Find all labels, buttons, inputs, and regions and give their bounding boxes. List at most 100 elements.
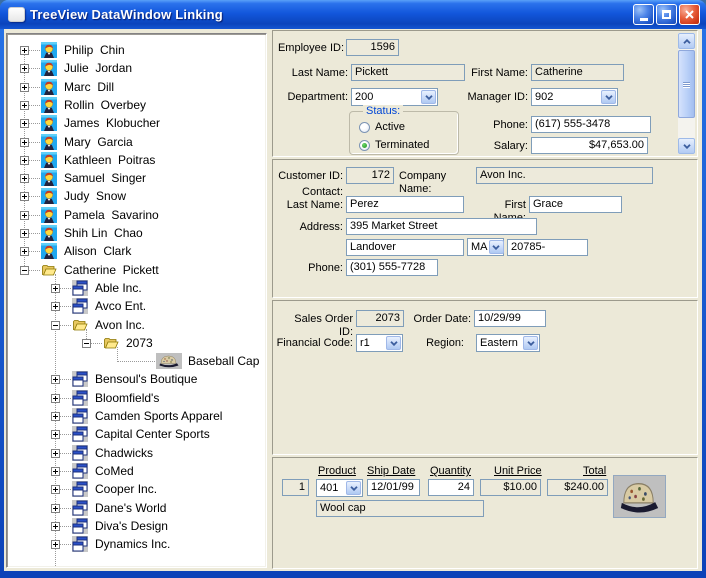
- tree-item[interactable]: Shih Lin Chao: [9, 224, 264, 243]
- product-select[interactable]: 401: [316, 479, 363, 497]
- tree-item[interactable]: Camden Sports Apparel: [9, 407, 264, 426]
- scrollbar-thumb[interactable]: [678, 50, 695, 118]
- tree-item[interactable]: Able Inc.: [9, 279, 264, 298]
- collapse-button[interactable]: [82, 339, 91, 348]
- department-select[interactable]: 200: [351, 88, 438, 106]
- tree-item[interactable]: Baseball Cap: [9, 352, 264, 371]
- collapse-button[interactable]: [20, 266, 29, 275]
- expand-button[interactable]: [20, 211, 29, 220]
- company-icon: [72, 445, 88, 461]
- title-bar[interactable]: TreeView DataWindow Linking: [0, 0, 706, 29]
- tree-item[interactable]: Rollin Overbey: [9, 96, 264, 115]
- contact-firstname-field[interactable]: Grace: [529, 196, 622, 213]
- contact-lastname-field[interactable]: Perez: [346, 196, 464, 213]
- chevron-down-icon[interactable]: [421, 90, 436, 104]
- tree-item[interactable]: Catherine Pickett: [9, 261, 264, 280]
- tree-view[interactable]: Philip Chin Julie Jordan Marc Dill Rolli…: [6, 33, 267, 568]
- ship-date-field[interactable]: 12/01/99: [367, 479, 420, 496]
- employee-lastname-field[interactable]: Pickett: [351, 64, 465, 81]
- tree-item[interactable]: 2073: [9, 334, 264, 353]
- expand-button[interactable]: [20, 119, 29, 128]
- chevron-down-icon[interactable]: [386, 336, 401, 350]
- employee-firstname-field[interactable]: Catherine: [531, 64, 624, 81]
- manager-id-select[interactable]: 902: [531, 88, 618, 106]
- tree-item[interactable]: Bensoul's Boutique: [9, 370, 264, 389]
- tree-item[interactable]: Cooper Inc.: [9, 480, 264, 499]
- chevron-down-icon[interactable]: [346, 481, 361, 495]
- expand-button[interactable]: [20, 192, 29, 201]
- chevron-down-icon[interactable]: [523, 336, 538, 350]
- expand-button[interactable]: [51, 522, 60, 531]
- expand-button[interactable]: [51, 412, 60, 421]
- zip-field[interactable]: 20785-: [507, 239, 588, 256]
- scroll-down-button[interactable]: [678, 138, 695, 154]
- expand-button[interactable]: [20, 46, 29, 55]
- chevron-down-icon[interactable]: [489, 240, 504, 254]
- expand-button[interactable]: [51, 430, 60, 439]
- maximize-icon: [662, 10, 671, 19]
- expand-button[interactable]: [51, 467, 60, 476]
- expand-button[interactable]: [20, 229, 29, 238]
- city-field[interactable]: Landover: [346, 239, 464, 256]
- tree-item[interactable]: Avon Inc.: [9, 316, 264, 335]
- person-icon: [41, 79, 57, 95]
- tree-item[interactable]: Samuel Singer: [9, 169, 264, 188]
- expand-button[interactable]: [51, 540, 60, 549]
- expand-button[interactable]: [20, 156, 29, 165]
- employee-phone-field[interactable]: (617) 555-3478: [531, 116, 651, 133]
- employee-salary-field[interactable]: $47,653.00: [531, 137, 648, 154]
- tree-item[interactable]: Pamela Savarino: [9, 206, 264, 225]
- chevron-down-icon[interactable]: [601, 90, 616, 104]
- collapse-button[interactable]: [51, 321, 60, 330]
- expand-button[interactable]: [20, 138, 29, 147]
- tree-item[interactable]: Chadwicks: [9, 444, 264, 463]
- tree-item[interactable]: Dynamics Inc.: [9, 535, 264, 554]
- expand-button[interactable]: [20, 83, 29, 92]
- tree-item[interactable]: Bloomfield's: [9, 389, 264, 408]
- tree-item[interactable]: Judy Snow: [9, 187, 264, 206]
- tree-item[interactable]: Diva's Design: [9, 517, 264, 536]
- expand-button[interactable]: [51, 504, 60, 513]
- expand-button[interactable]: [20, 247, 29, 256]
- tree-item[interactable]: Kathleen Poitras: [9, 151, 264, 170]
- expand-button[interactable]: [51, 284, 60, 293]
- tree-item[interactable]: Alison Clark: [9, 242, 264, 261]
- minimize-button[interactable]: [633, 4, 654, 25]
- tree-item-label: Dynamics Inc.: [95, 535, 170, 553]
- expand-button[interactable]: [51, 302, 60, 311]
- description-field[interactable]: Wool cap: [316, 500, 484, 517]
- maximize-button[interactable]: [656, 4, 677, 25]
- tree-item[interactable]: Philip Chin: [9, 41, 264, 60]
- expand-button[interactable]: [51, 449, 60, 458]
- expand-button[interactable]: [20, 174, 29, 183]
- tree-connector: [29, 270, 40, 271]
- scroll-up-button[interactable]: [678, 33, 695, 49]
- person-icon: [41, 188, 57, 204]
- state-select[interactable]: MA: [467, 238, 504, 256]
- expand-button[interactable]: [20, 64, 29, 73]
- customer-phone-field[interactable]: (301) 555-7728: [346, 259, 438, 276]
- tree-item[interactable]: Dane's World: [9, 499, 264, 518]
- expand-button[interactable]: [51, 394, 60, 403]
- status-radio-terminated[interactable]: Terminated: [359, 139, 429, 151]
- employee-scrollbar[interactable]: [678, 33, 695, 154]
- expand-button[interactable]: [51, 375, 60, 384]
- region-select[interactable]: Eastern: [476, 334, 540, 352]
- quantity-field[interactable]: 24: [428, 479, 474, 496]
- tree-item[interactable]: CoMed: [9, 462, 264, 481]
- financial-code-select[interactable]: r1: [356, 334, 403, 352]
- tree-item[interactable]: Mary Garcia: [9, 133, 264, 152]
- expand-button[interactable]: [51, 485, 60, 494]
- tree-item[interactable]: Julie Jordan: [9, 59, 264, 78]
- tree-item[interactable]: Capital Center Sports: [9, 425, 264, 444]
- address-field[interactable]: 395 Market Street: [346, 218, 537, 235]
- tree-item[interactable]: James Klobucher: [9, 114, 264, 133]
- expand-button[interactable]: [20, 101, 29, 110]
- status-radio-active[interactable]: Active: [359, 121, 405, 133]
- tree-item[interactable]: Marc Dill: [9, 78, 264, 97]
- close-button[interactable]: [679, 4, 700, 25]
- tree-item[interactable]: Avco Ent.: [9, 297, 264, 316]
- person-icon: [41, 97, 57, 113]
- order-date-field[interactable]: 10/29/99: [474, 310, 546, 327]
- company-name-field: Avon Inc.: [476, 167, 653, 184]
